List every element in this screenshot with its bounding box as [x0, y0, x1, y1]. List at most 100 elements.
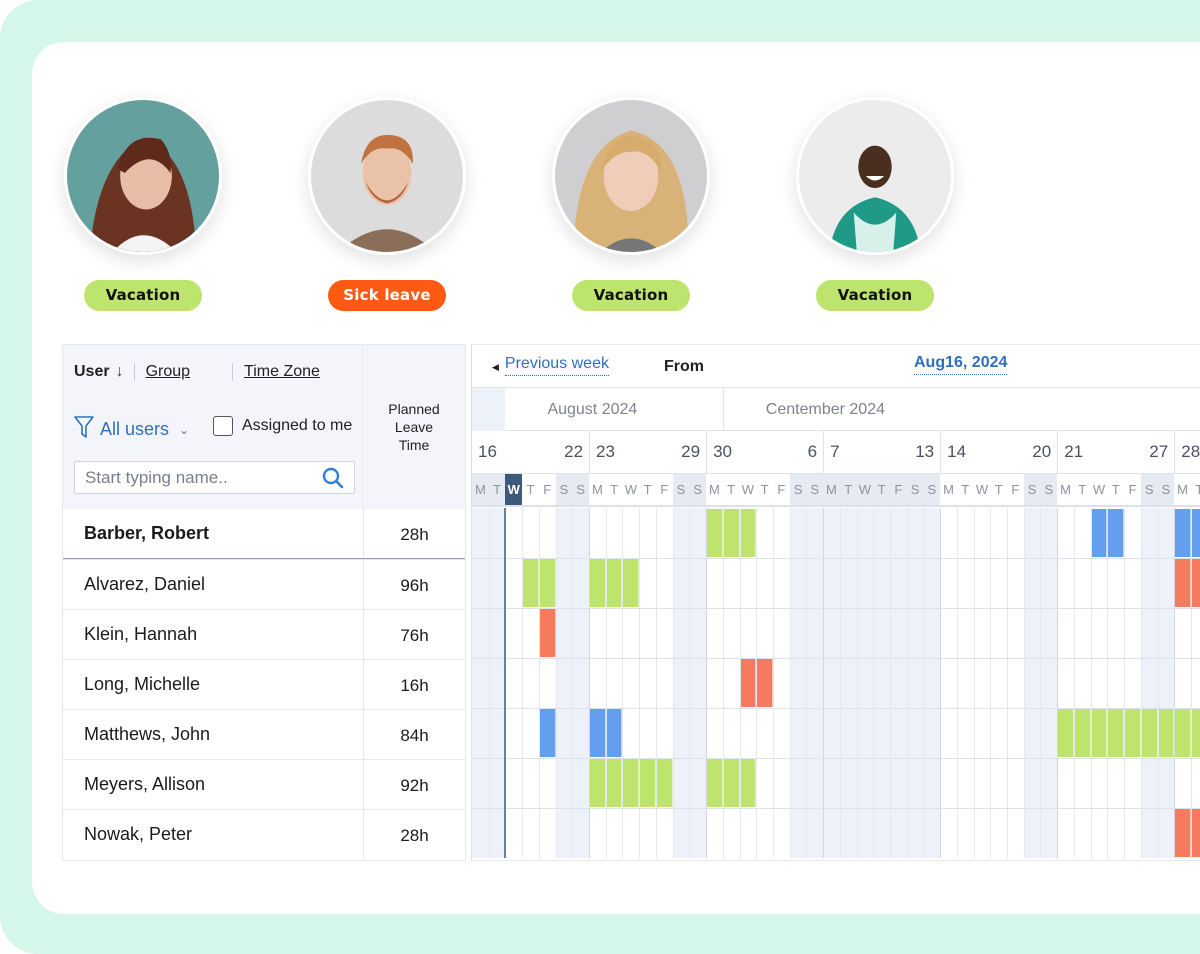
grid-line	[472, 558, 1200, 559]
checkbox-box[interactable]	[213, 416, 233, 436]
table-row[interactable]: Alvarez, Daniel 96h	[63, 559, 465, 609]
day-letter: T	[760, 482, 769, 497]
grid-line	[722, 508, 724, 858]
leave-bar-vacation[interactable]	[655, 759, 673, 807]
leave-bar-sick[interactable]	[1174, 809, 1191, 857]
week-header: 28	[1174, 431, 1200, 474]
leave-bar-vacation[interactable]	[622, 559, 640, 607]
leave-bar-vacation[interactable]	[706, 759, 723, 807]
arrow-down-icon[interactable]: ↓	[116, 363, 124, 381]
leave-bar-other[interactable]	[1190, 509, 1200, 557]
grid-line	[622, 508, 624, 858]
leave-bar-sick[interactable]	[1190, 809, 1200, 857]
from-date-picker[interactable]: Aug16, 2024	[914, 354, 1008, 375]
shaded-day-column	[839, 508, 857, 858]
leave-bar-vacation[interactable]	[605, 559, 623, 607]
leave-bar-vacation[interactable]	[589, 559, 606, 607]
previous-week-label: Previous week	[504, 355, 609, 376]
leave-bar-vacation[interactable]	[1190, 709, 1200, 757]
leave-bar-other[interactable]	[1090, 509, 1108, 557]
user-name[interactable]: Matthews, John	[84, 724, 210, 745]
leave-bar-other[interactable]	[1107, 509, 1125, 557]
day-letter: T	[839, 474, 857, 505]
grid-line	[522, 508, 524, 858]
day-letter: S	[572, 474, 590, 505]
leave-bar-vacation[interactable]	[538, 559, 556, 607]
shaded-day-column	[555, 508, 573, 858]
grid-line	[472, 608, 1200, 609]
leave-bar-vacation[interactable]	[522, 559, 539, 607]
leave-bar-other[interactable]	[589, 709, 606, 757]
day-letter: T	[873, 474, 890, 505]
leave-bar-vacation[interactable]	[605, 759, 623, 807]
leave-bar-sick[interactable]	[739, 659, 757, 707]
search-icon[interactable]	[322, 467, 344, 494]
week-start-date: 28	[1181, 442, 1200, 461]
assigned-to-me-checkbox[interactable]: Assigned to me	[213, 416, 352, 436]
leave-bar-vacation[interactable]	[1140, 709, 1158, 757]
user-name[interactable]: Klein, Hannah	[84, 624, 197, 645]
table-row[interactable]: Matthews, John 84h	[63, 709, 465, 759]
leave-bar-other[interactable]	[1174, 509, 1191, 557]
avatar	[796, 97, 954, 255]
day-letter: F	[660, 482, 669, 497]
leave-bar-vacation[interactable]	[1107, 709, 1125, 757]
leave-bar-sick[interactable]	[756, 659, 773, 707]
leave-bar-sick[interactable]	[538, 609, 556, 657]
day-letter: S	[672, 474, 690, 505]
leave-bar-vacation[interactable]	[622, 759, 640, 807]
time-zone-link[interactable]: Time Zone	[244, 363, 320, 381]
day-letter: W	[624, 482, 637, 497]
leave-bar-vacation[interactable]	[739, 759, 757, 807]
table-row[interactable]: Meyers, Allison 92h	[63, 759, 465, 809]
header-text: Leave	[394, 419, 434, 435]
leave-bar-other[interactable]	[538, 709, 556, 757]
day-letter: T	[643, 482, 652, 497]
group-link[interactable]: Group	[146, 363, 190, 381]
grid-line	[472, 658, 1200, 659]
user-name[interactable]: Long, Michelle	[84, 674, 200, 695]
calendar-nav: ◀ Previous week From Aug16, 2024	[472, 345, 1200, 388]
weeks-header: 16 22 23 29 30 6 7 13 14 20 21 27 28	[472, 431, 1200, 474]
leave-bar-sick[interactable]	[1190, 559, 1200, 607]
leave-bar-vacation[interactable]	[722, 509, 740, 557]
leave-bar-sick[interactable]	[1174, 559, 1191, 607]
leave-bar-vacation[interactable]	[739, 509, 757, 557]
planned-hours: 28h	[363, 509, 465, 558]
leave-bar-vacation[interactable]	[1157, 709, 1175, 757]
table-row[interactable]: Long, Michelle 16h	[63, 659, 465, 709]
shaded-day-column	[856, 508, 874, 858]
day-letter: T	[1111, 482, 1120, 497]
user-name[interactable]: Barber, Robert	[84, 523, 209, 544]
leave-bar-other[interactable]	[605, 709, 623, 757]
leave-bar-vacation[interactable]	[589, 759, 606, 807]
user-name[interactable]: Meyers, Allison	[84, 774, 205, 795]
day-letter: T	[1191, 474, 1200, 505]
leave-bar-vacation[interactable]	[639, 759, 656, 807]
grid-line	[806, 508, 808, 858]
shaded-day-column	[806, 508, 824, 858]
user-filter-dropdown[interactable]: All users ⌄	[74, 415, 189, 444]
grid-line	[789, 508, 791, 858]
day-letter: S	[1140, 474, 1158, 505]
user-name[interactable]: Nowak, Peter	[84, 824, 192, 845]
name-search-input[interactable]	[75, 462, 315, 493]
previous-week-button[interactable]: ◀ Previous week	[492, 355, 609, 376]
day-letter: S	[689, 474, 707, 505]
grid-line	[756, 508, 758, 858]
leave-bar-vacation[interactable]	[1090, 709, 1108, 757]
leave-bar-vacation[interactable]	[722, 759, 740, 807]
table-row[interactable]: Nowak, Peter 28h	[63, 809, 465, 859]
week-start-date: 30	[713, 442, 732, 461]
leave-bar-vacation[interactable]	[1174, 709, 1191, 757]
table-row[interactable]: Barber, Robert 28h	[63, 509, 465, 560]
leave-bar-vacation[interactable]	[1057, 709, 1074, 757]
leave-bar-vacation[interactable]	[706, 509, 723, 557]
leave-bar-vacation[interactable]	[1073, 709, 1091, 757]
leave-bar-vacation[interactable]	[1124, 709, 1141, 757]
table-row[interactable]: Klein, Hannah 76h	[63, 609, 465, 659]
sort-by-user[interactable]: User	[74, 363, 110, 381]
user-name[interactable]: Alvarez, Daniel	[84, 574, 205, 595]
day-letter: S	[1040, 474, 1058, 505]
day-letter: T	[727, 482, 736, 497]
